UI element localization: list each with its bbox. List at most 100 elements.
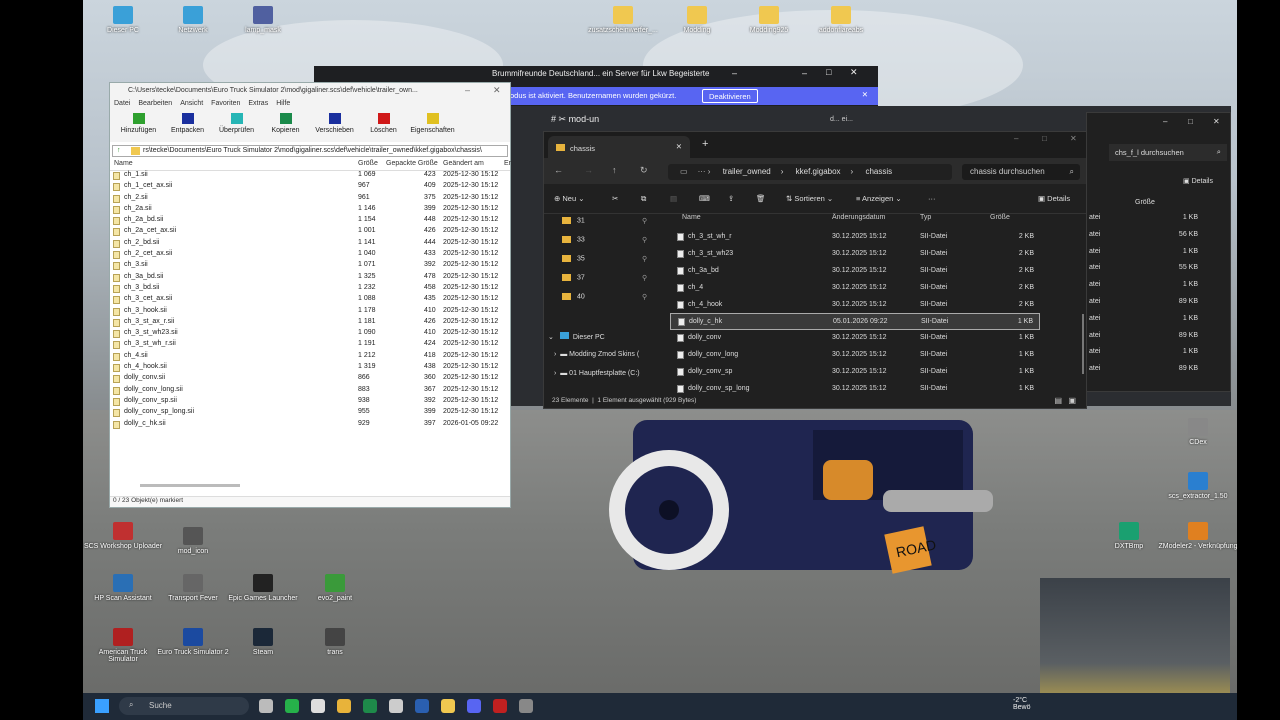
minimize-icon[interactable]: – bbox=[732, 68, 737, 78]
desktop-icon[interactable]: Modding bbox=[657, 6, 737, 34]
horizontal-scrollbar[interactable] bbox=[140, 484, 240, 487]
desktop-icon[interactable]: zusatzscheinwerfer_... bbox=[583, 6, 663, 34]
nav-folder[interactable]: 33 ⚲ bbox=[562, 236, 647, 250]
table-row[interactable]: ch_3_cet_ax.sii 1 088 435 2025-12-30 15:12 bbox=[110, 295, 510, 306]
table-row[interactable]: dolly_conv_sp.sii 938 392 2025-12-30 15:12 bbox=[110, 397, 510, 408]
crumb-gigabox[interactable]: kkef.gigabox bbox=[796, 167, 841, 176]
table-row[interactable]: ch_3_st_wh_r.sii 1 191 424 2025-12-30 15:12 bbox=[110, 340, 510, 351]
explorer2-search[interactable]: chs_f_l durchsuchen ⌕ bbox=[1109, 144, 1227, 161]
desktop-icon[interactable]: CDex bbox=[1158, 418, 1237, 446]
table-row[interactable]: ch_2a_bd.sii 1 154 448 2025-12-30 15:12 bbox=[110, 216, 510, 227]
table-row[interactable]: ch_2_bd.sii 1 141 444 2025-12-30 15:12 bbox=[110, 239, 510, 250]
share-icon[interactable]: ⇪ bbox=[728, 194, 734, 203]
word-icon[interactable] bbox=[415, 699, 429, 713]
nav-this-pc[interactable]: ⌄ Dieser PC bbox=[548, 332, 605, 346]
nav-drive-2[interactable]: › ▬ 01 Hauptfestplatte (C:) bbox=[554, 370, 640, 384]
details-button[interactable]: ▣ Details bbox=[1038, 194, 1070, 203]
desktop-icon[interactable]: HP Scan Assistant bbox=[83, 574, 163, 602]
table-row[interactable]: ch_2_cet_ax.sii 1 040 433 2025-12-30 15:12 bbox=[110, 250, 510, 261]
nav-folder[interactable]: 37 ⚲ bbox=[562, 274, 647, 288]
desktop-icon[interactable]: evo2_paint bbox=[295, 574, 375, 602]
desktop-icon[interactable]: addonflareabs bbox=[801, 6, 881, 34]
file-row[interactable]: ch_3_st_wh_r 30.12.2025 15:12 SII-Datei 2 K… bbox=[670, 229, 1040, 246]
maximize-button[interactable]: □ bbox=[1188, 117, 1193, 126]
table-row[interactable]: ch_2a.sii 1 146 399 2025-12-30 15:12 bbox=[110, 205, 510, 216]
column-header[interactable]: Name bbox=[682, 214, 701, 221]
table-row[interactable]: dolly_c_hk.sii 929 397 2026-01-05 09:22 bbox=[110, 420, 510, 431]
col-size[interactable]: Größe bbox=[1135, 199, 1155, 206]
notepad-icon[interactable] bbox=[389, 699, 403, 713]
desktop-icon[interactable]: mod_icon bbox=[153, 527, 233, 555]
table-row[interactable]: dolly_conv_long.sii 883 367 2025-12-30 15:1… bbox=[110, 386, 510, 397]
minimize-button[interactable]: – bbox=[1014, 134, 1018, 143]
game-icon[interactable] bbox=[493, 699, 507, 713]
table-row[interactable]: ch_3_st_ax_r.sii 1 181 426 2025-12-30 15:12 bbox=[110, 318, 510, 329]
menu-item[interactable]: Extras bbox=[248, 100, 268, 107]
nav-folder[interactable]: 31 ⚲ bbox=[562, 217, 647, 231]
maximize-button[interactable]: □ bbox=[1042, 134, 1047, 143]
close-button[interactable]: ✕ bbox=[850, 67, 858, 78]
maximize-button[interactable]: □ bbox=[826, 67, 831, 77]
back-icon[interactable]: ← bbox=[554, 165, 563, 175]
desktop-icon[interactable]: Transport Fever bbox=[153, 574, 233, 602]
channel-name[interactable]: # ✂ mod-un bbox=[551, 114, 599, 125]
file-row[interactable]: dolly_conv_sp 30.12.2025 15:12 SII-Datei 1 … bbox=[670, 364, 1040, 381]
toolbar-button[interactable]: Kopieren bbox=[261, 110, 310, 142]
desktop-icon[interactable]: Epic Games Launcher bbox=[223, 574, 303, 602]
whatsapp-icon[interactable] bbox=[285, 699, 299, 713]
minimize-button[interactable]: – bbox=[465, 85, 470, 95]
search-input[interactable]: chassis durchsuchen ⌕ bbox=[962, 164, 1080, 180]
close-icon[interactable]: ✕ bbox=[676, 142, 682, 151]
pin-icon[interactable]: ⚲ bbox=[642, 217, 647, 225]
sort-button[interactable]: ⇅ Sortieren ⌄ bbox=[786, 194, 833, 203]
tab-chassis[interactable]: chassis ✕ bbox=[548, 136, 690, 158]
column-header[interactable]: Typ bbox=[920, 214, 931, 221]
menu-item[interactable]: Favoriten bbox=[211, 100, 240, 107]
column-header[interactable]: Gepackte Größe bbox=[386, 160, 438, 167]
close-button[interactable]: ✕ bbox=[1070, 134, 1077, 143]
table-row[interactable]: ch_4.sii 1 212 418 2025-12-30 15:12 bbox=[110, 352, 510, 363]
app-icon[interactable] bbox=[311, 699, 325, 713]
rename-icon[interactable]: ⌨ bbox=[699, 194, 710, 203]
file-row[interactable]: ch_3_st_wh23 30.12.2025 15:12 SII-Datei 2 K… bbox=[670, 246, 1040, 263]
tiles-view-icon[interactable]: ▣ bbox=[1068, 396, 1076, 405]
file-row[interactable]: dolly_conv_sp_long 30.12.2025 15:12 SII-Da… bbox=[670, 381, 1040, 398]
taskbar-search[interactable]: ⌕ Suche bbox=[119, 697, 249, 715]
table-row[interactable]: ch_4_hook.sii 1 319 438 2025-12-30 15:12 bbox=[110, 363, 510, 374]
column-header[interactable]: Er bbox=[504, 160, 511, 167]
nav-folder[interactable]: 40 ⚲ bbox=[562, 293, 647, 307]
minimize-button[interactable]: – bbox=[802, 68, 807, 78]
table-row[interactable]: ch_2a_cet_ax.sii 1 001 426 2025-12-30 15:12 bbox=[110, 227, 510, 238]
file-row[interactable]: dolly_conv_long 30.12.2025 15:12 SII-Datei… bbox=[670, 347, 1040, 364]
app-icon[interactable] bbox=[519, 699, 533, 713]
explorer-icon[interactable] bbox=[441, 699, 455, 713]
column-header[interactable]: Änderungsdatum bbox=[832, 214, 885, 221]
table-row[interactable]: ch_3_st_wh23.sii 1 090 410 2025-12-30 15:12 bbox=[110, 329, 510, 340]
crumb-chassis[interactable]: chassis bbox=[865, 167, 892, 176]
new-tab-button[interactable]: + bbox=[702, 138, 708, 150]
refresh-icon[interactable]: ↻ bbox=[640, 165, 648, 176]
excel-icon[interactable] bbox=[363, 699, 377, 713]
desktop-icon[interactable]: ZModeler2 - Verknüpfung bbox=[1158, 522, 1237, 550]
desktop-icon[interactable]: SCS Workshop Uploader bbox=[83, 522, 163, 550]
details-view-icon[interactable]: ▤ bbox=[1054, 396, 1062, 405]
menu-item[interactable]: Hilfe bbox=[276, 100, 290, 107]
column-header[interactable]: Geändert am bbox=[443, 160, 484, 167]
toolbar-button[interactable]: Entpacken bbox=[163, 110, 212, 142]
table-row[interactable]: ch_1_cet_ax.sii 967 409 2025-12-30 15:12 bbox=[110, 182, 510, 193]
desktop-icon[interactable]: scs_extractor_1.50 bbox=[1158, 472, 1237, 500]
chrome-icon[interactable] bbox=[337, 699, 351, 713]
table-row[interactable]: ch_2.sii 961 375 2025-12-30 15:12 bbox=[110, 194, 510, 205]
column-header[interactable]: Name bbox=[114, 160, 133, 167]
file-row[interactable]: ch_4_hook 30.12.2025 15:12 SII-Datei 2 KB bbox=[670, 297, 1040, 314]
delete-icon[interactable]: 🗑 bbox=[756, 194, 766, 203]
pin-icon[interactable]: ⚲ bbox=[642, 236, 647, 244]
new-button[interactable]: ⊕ Neu ⌄ bbox=[554, 194, 585, 203]
discord-icon[interactable] bbox=[467, 699, 481, 713]
toolbar-button[interactable]: Löschen bbox=[359, 110, 408, 142]
desktop-icon[interactable]: Steam bbox=[223, 628, 303, 656]
toolbar-button[interactable]: Hinzufügen bbox=[114, 110, 163, 142]
desktop-icon[interactable]: DXTBmp bbox=[1089, 522, 1169, 550]
menu-item[interactable]: Ansicht bbox=[180, 100, 203, 107]
pin-icon[interactable]: ⚲ bbox=[642, 293, 647, 301]
